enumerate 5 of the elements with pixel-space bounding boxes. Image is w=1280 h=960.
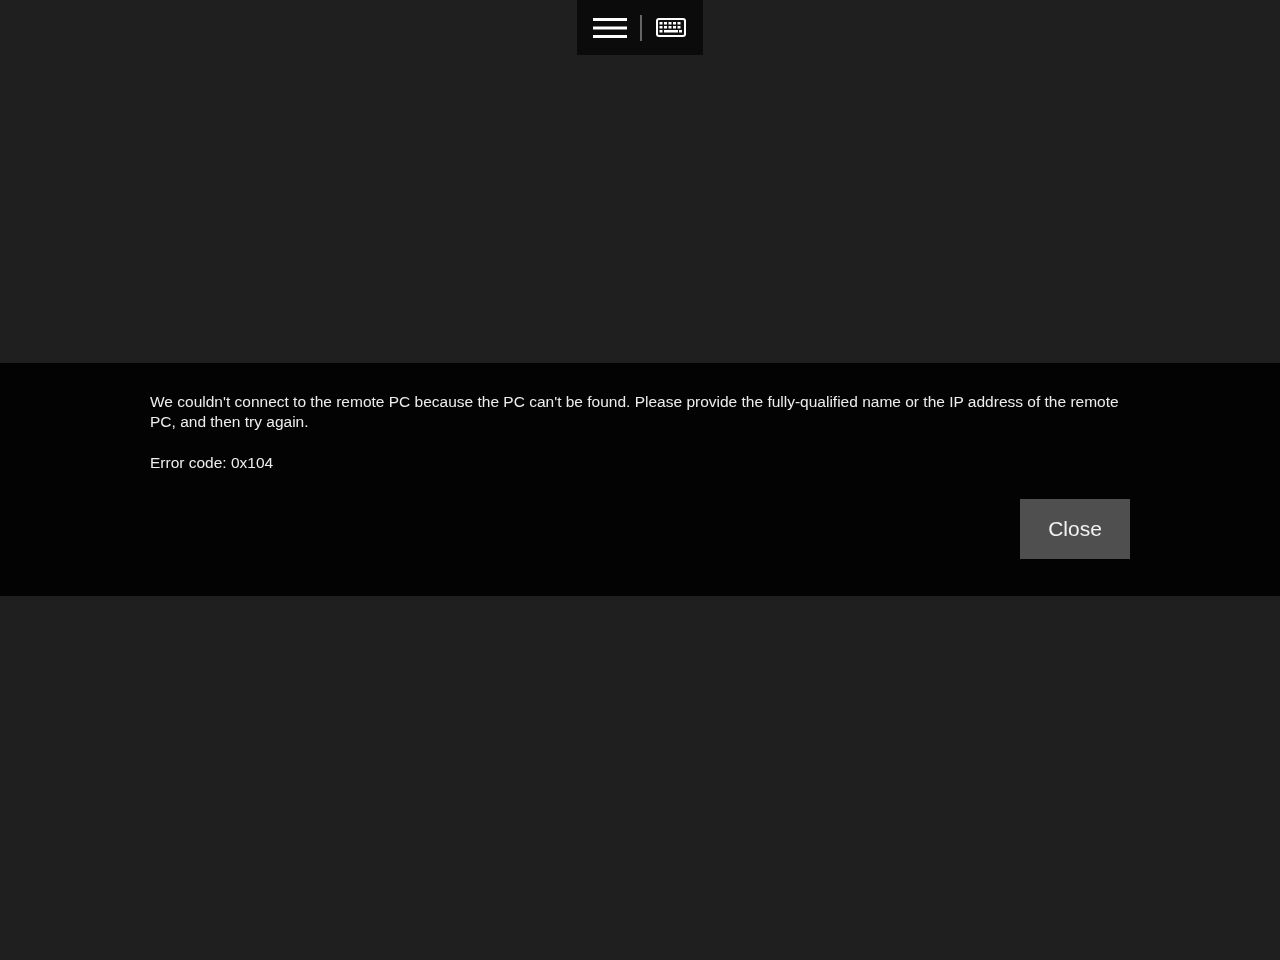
keyboard-icon [655, 17, 687, 38]
menu-icon [593, 16, 627, 39]
error-code: Error code: 0x104 [150, 453, 275, 473]
close-button[interactable]: Close [1020, 499, 1130, 559]
error-message: We couldn't connect to the remote PC because the PC can't be found. Please provide the fully-qualified name or the IP address of the remote PC, and then try again. [150, 392, 1120, 432]
